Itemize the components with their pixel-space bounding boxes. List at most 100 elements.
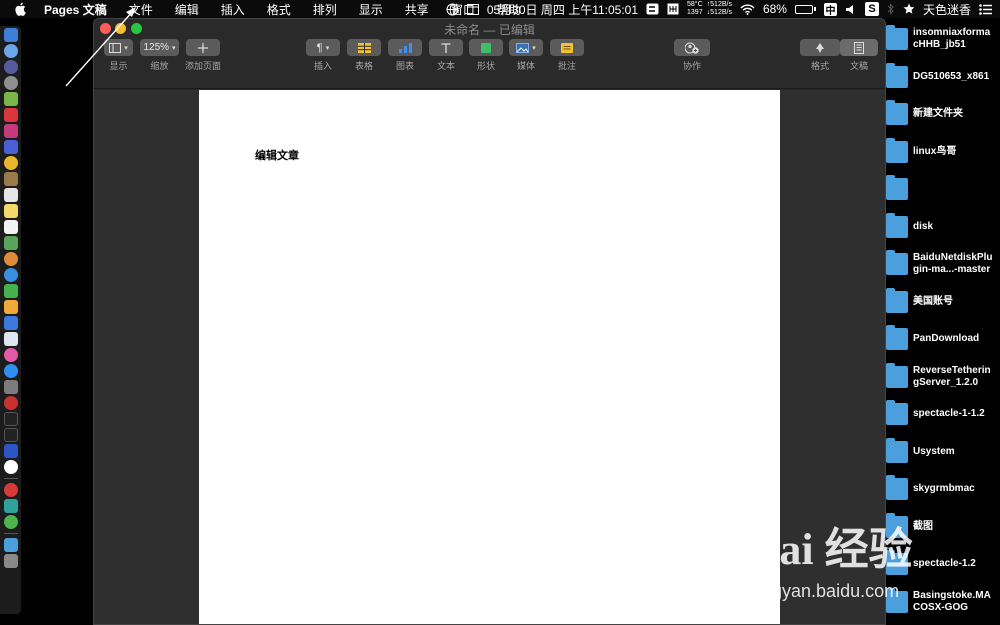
insert-button[interactable]: ¶ ▾ [306, 39, 340, 56]
desktop-folder[interactable]: BaiduNetdiskPlugin-ma...-master [886, 247, 1000, 281]
shape-label: 形状 [476, 61, 495, 71]
desktop-folder[interactable]: linux鸟哥 [886, 135, 1000, 169]
desktop-folder[interactable]: 新建文件夹 [886, 97, 1000, 131]
clock-datetime[interactable]: 05月30日 周四 上午11:05:01 [487, 1, 638, 18]
istat-grid-icon[interactable] [667, 3, 679, 15]
menu-insert[interactable]: 插入 [221, 1, 245, 18]
finder-icon[interactable] [3, 28, 18, 42]
bluetooth-icon[interactable] [887, 3, 895, 15]
wechat-icon[interactable] [3, 284, 18, 298]
pages-icon[interactable] [3, 300, 18, 314]
volume-icon[interactable] [845, 4, 857, 15]
vivaldi-icon[interactable] [3, 396, 18, 410]
stickies-icon[interactable] [3, 204, 18, 218]
desktop-folder[interactable]: 美国账号 [886, 285, 1000, 319]
desktop-folder[interactable]: disk [886, 210, 1000, 244]
folder-icon [886, 175, 908, 200]
wifi-icon[interactable] [740, 4, 755, 15]
app-store-icon[interactable] [3, 364, 18, 378]
table-icon [357, 42, 371, 53]
netease-music-icon[interactable] [3, 483, 18, 497]
numbers-icon[interactable] [3, 316, 18, 330]
input-method-indicator[interactable]: 中 [823, 2, 837, 17]
vpn-icon[interactable] [3, 444, 18, 458]
table-group: 表格 [347, 39, 381, 72]
app-red-icon[interactable] [3, 108, 18, 122]
calendar-icon[interactable] [466, 3, 479, 15]
desktop-folder[interactable]: spectacle-1-1.2 [886, 397, 1000, 431]
sogou-icon[interactable]: S [864, 2, 879, 16]
terminal-icon[interactable] [3, 412, 18, 426]
calendar-app-icon[interactable] [3, 188, 18, 202]
add-page-button[interactable] [186, 39, 220, 56]
messages-icon[interactable] [3, 268, 18, 282]
desktop-folder[interactable]: Usystem [886, 435, 1000, 469]
zoom-label: 缩放 [150, 61, 169, 71]
desktop-folder[interactable]: insomniaxformacHHB_jb51 [886, 22, 1000, 56]
document-page[interactable]: 编辑文章 [199, 90, 780, 624]
folder-icon [886, 25, 908, 50]
notification-center-icon[interactable] [979, 3, 992, 15]
android-icon[interactable] [3, 92, 18, 106]
menu-format[interactable]: 格式 [267, 1, 291, 18]
sync-icon[interactable] [646, 3, 659, 15]
media-group: ▾ 媒体 [509, 39, 543, 72]
photos-icon[interactable] [3, 252, 18, 266]
system-stats[interactable]: 58°C 1397 ↑512B/s ↓512B/s [687, 1, 732, 17]
zoom-select[interactable]: 125% ▾ [140, 39, 179, 56]
user-name[interactable]: 天色迷香 [923, 1, 971, 18]
document-text[interactable]: 编辑文章 [255, 147, 299, 163]
folder-icon [886, 288, 908, 313]
downloads-folder-icon[interactable] [3, 538, 18, 552]
document-button[interactable] [840, 39, 878, 56]
chart-button[interactable] [388, 39, 422, 56]
chrome-icon[interactable] [3, 156, 18, 170]
menu-share[interactable]: 共享 [405, 1, 429, 18]
desktop-folder[interactable]: skygrmbmac [886, 472, 1000, 506]
maps-icon[interactable] [3, 236, 18, 250]
app-blue-icon[interactable] [3, 140, 18, 154]
network-upload: ↑512B/s [706, 1, 732, 8]
textedit-icon[interactable] [3, 220, 18, 234]
notes-app-icon[interactable] [3, 172, 18, 186]
apple-menu-icon[interactable] [14, 1, 30, 17]
keynote-icon[interactable] [3, 332, 18, 346]
media-button[interactable]: ▾ [509, 39, 543, 56]
desktop-folder-label: 新建文件夹 [913, 108, 963, 119]
app-pink-icon[interactable] [3, 124, 18, 138]
itunes-icon[interactable] [3, 348, 18, 362]
menu-arrange[interactable]: 排列 [313, 1, 337, 18]
rocket-icon[interactable] [3, 76, 18, 90]
battery-percent[interactable]: 68% [763, 2, 787, 16]
star-icon[interactable] [903, 3, 915, 15]
desktop-folder[interactable]: DG510653_x861 [886, 60, 1000, 94]
wechat-dock-icon[interactable] [3, 515, 18, 529]
app-teal-icon[interactable] [3, 499, 18, 513]
launchpad-icon[interactable] [3, 60, 18, 74]
trash-icon[interactable] [3, 554, 18, 568]
title-bar[interactable]: 未命名 — 已编辑 [94, 19, 885, 37]
menu-view[interactable]: 显示 [359, 1, 383, 18]
document-group: 文稿 [840, 39, 878, 72]
desktop-folder[interactable] [886, 172, 1000, 206]
globe-icon[interactable] [446, 3, 459, 16]
desktop-folder[interactable]: ReverseTetheringServer_1.2.0 [886, 360, 1000, 394]
yandex-icon[interactable] [3, 460, 18, 474]
watermark-url: jingyan.baidu.com [754, 581, 900, 601]
battery-icon[interactable] [794, 4, 816, 14]
collaborate-label: 协作 [682, 61, 701, 71]
collaborate-button[interactable] [674, 39, 710, 56]
watermark-logo-text: Bai 经验 [750, 525, 913, 574]
menu-edit[interactable]: 编辑 [175, 1, 199, 18]
system-preferences-icon[interactable] [3, 380, 18, 394]
comment-button[interactable] [550, 39, 584, 56]
desktop-folder-label: spectacle-1-1.2 [913, 408, 985, 419]
shape-button[interactable] [469, 39, 503, 56]
text-button[interactable] [429, 39, 463, 56]
table-label: 表格 [354, 61, 373, 71]
desktop-folder[interactable]: PanDownload [886, 322, 1000, 356]
table-button[interactable] [347, 39, 381, 56]
siri-icon[interactable] [3, 44, 18, 58]
format-button[interactable] [800, 39, 840, 56]
activity-monitor-icon[interactable] [3, 428, 18, 442]
